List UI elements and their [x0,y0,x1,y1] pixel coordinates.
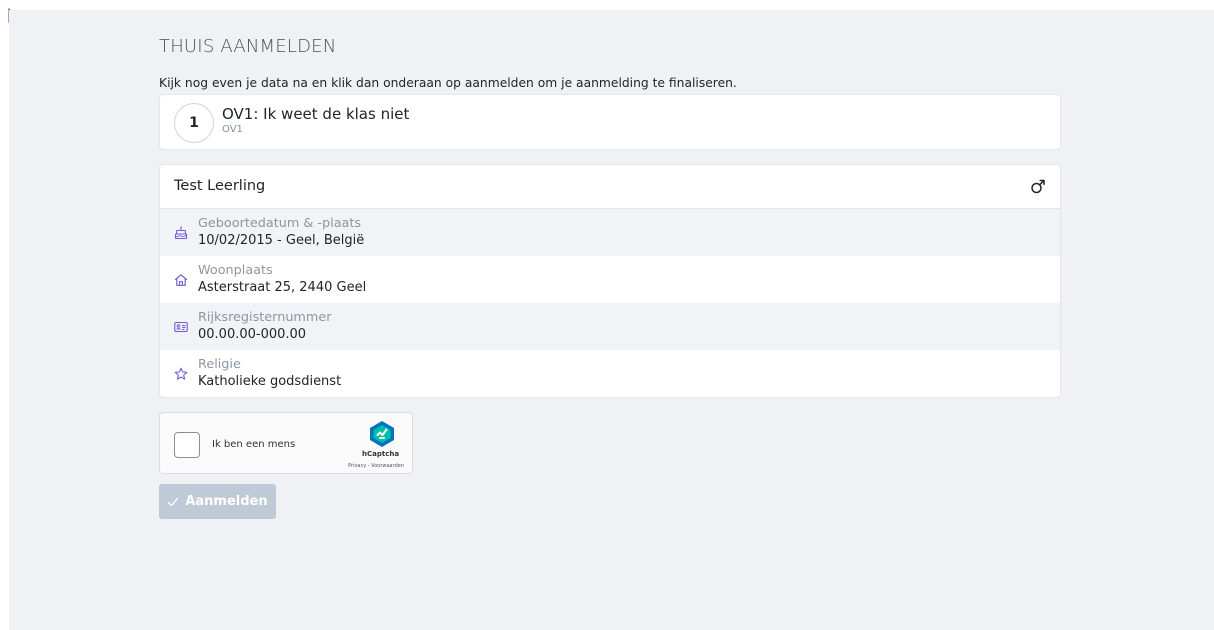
class-code: OV1 [222,124,243,135]
student-card: Test Leerling Geboortedatum & -plaats 10… [159,164,1061,398]
cake-icon [174,226,188,240]
page-title: THUIS AANMELDEN [159,36,337,57]
detail-label: Rijksregisternummer [198,310,332,325]
class-choice-card: 1 OV1: Ik weet de klas niet OV1 [159,94,1061,150]
captcha-label: Ik ben een mens [212,439,296,450]
captcha-links[interactable]: Privacy - Voorwaarden [348,463,404,469]
star-icon [174,367,188,380]
detail-label: Religie [198,357,241,372]
class-name: OV1: Ik weet de klas niet [222,105,410,123]
id-card-icon [174,321,188,333]
detail-value: 00.00.00-000.00 [198,327,307,342]
page-background: THUIS AANMELDEN Kijk nog even je data na… [9,10,1214,630]
hcaptcha-widget: Ik ben een mens hCaptcha Privacy - Voorw… [159,412,413,474]
captcha-checkbox[interactable] [174,432,200,458]
step-number-badge: 1 [174,103,214,143]
detail-value: Katholieke godsdienst [198,374,342,389]
student-name: Test Leerling [174,178,266,194]
male-symbol-icon [1031,179,1045,194]
detail-row-birth: Geboortedatum & -plaats 10/02/2015 - Gee… [160,209,1060,256]
submit-button[interactable]: Aanmelden [159,484,276,519]
detail-label: Woonplaats [198,263,273,278]
detail-label: Geboortedatum & -plaats [198,216,362,231]
captcha-brand: hCaptcha [362,450,400,458]
detail-row-religion: Religie Katholieke godsdienst [160,350,1060,397]
hcaptcha-logo-icon [370,421,394,447]
student-card-header: Test Leerling [160,165,1060,209]
home-icon [174,274,188,286]
detail-value: Asterstraat 25, 2440 Geel [198,280,367,295]
detail-value: 10/02/2015 - Geel, België [198,233,365,248]
intro-text: Kijk nog even je data na en klik dan ond… [159,76,737,90]
detail-row-residence: Woonplaats Asterstraat 25, 2440 Geel [160,256,1060,303]
submit-button-label: Aanmelden [185,494,268,509]
detail-row-national-number: Rijksregisternummer 00.00.00-000.00 [160,303,1060,350]
check-icon [168,497,179,506]
